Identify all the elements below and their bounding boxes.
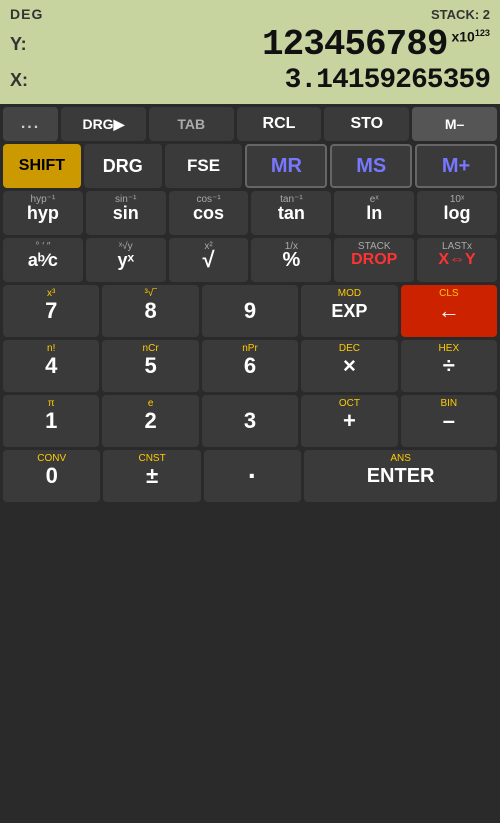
rcl-button[interactable]: RCL <box>237 107 322 141</box>
four-button[interactable]: n! 4 <box>3 340 99 392</box>
drg-mode-button[interactable]: DRG▶ <box>61 107 146 141</box>
row-5: x³ 7 ³√‾ 8 9 MOD EXP CLS ← <box>3 285 497 337</box>
drop-button[interactable]: STACK DROP <box>334 238 414 282</box>
plusminus-button[interactable]: CNST ± <box>103 450 200 502</box>
menu-button[interactable]: ... <box>3 107 58 141</box>
decimal-button[interactable]: · <box>204 450 301 502</box>
ms-button[interactable]: MS <box>330 144 412 188</box>
tan-button[interactable]: tan⁻¹ tan <box>251 191 331 235</box>
backspace-button[interactable]: CLS ← <box>401 285 497 337</box>
sto-button[interactable]: STO <box>324 107 409 141</box>
eight-button[interactable]: ³√‾ 8 <box>102 285 198 337</box>
display-x-row: X: 3.14159265359 <box>10 65 490 96</box>
yx-button[interactable]: ˣ√y yˣ <box>86 238 166 282</box>
seven-button[interactable]: x³ 7 <box>3 285 99 337</box>
enter-button[interactable]: ANS ENTER <box>304 450 497 502</box>
nine-button[interactable]: 9 <box>202 285 298 337</box>
row-2: SHIFT DRG FSE MR MS M+ <box>3 144 497 188</box>
minus-button[interactable]: BIN – <box>401 395 497 447</box>
display-x-value: 3.14159265359 <box>44 65 490 96</box>
five-button[interactable]: nCr 5 <box>102 340 198 392</box>
zero-button[interactable]: CONV 0 <box>3 450 100 502</box>
display-stack: STACK: 2 <box>431 7 490 22</box>
one-button[interactable]: π 1 <box>3 395 99 447</box>
ln-button[interactable]: eˣ ln <box>334 191 414 235</box>
m-plus-button[interactable]: M+ <box>415 144 497 188</box>
sqrt-button[interactable]: x² √ <box>169 238 249 282</box>
row-4: ° ′ ″ aᵇ∕c ˣ√y yˣ x² √ 1/x % STACK DROP … <box>3 238 497 282</box>
row-6: n! 4 nCr 5 nPr 6 DEC × HEX ÷ <box>3 340 497 392</box>
multiply-button[interactable]: DEC × <box>301 340 397 392</box>
row-7: π 1 e 2 3 OCT + BIN – <box>3 395 497 447</box>
log-button[interactable]: 10ˣ log <box>417 191 497 235</box>
shift-button[interactable]: SHIFT <box>3 144 81 188</box>
display-y-label: Y: <box>10 34 40 55</box>
xeqy-button[interactable]: LASTx X⇔Y <box>417 238 497 282</box>
display-y-value: 123456789 <box>44 24 447 65</box>
display-mode: DEG <box>10 6 43 22</box>
sin-button[interactable]: sin⁻¹ sin <box>86 191 166 235</box>
display-y-exp: x10123 <box>451 28 490 45</box>
exp-button[interactable]: MOD EXP <box>301 285 397 337</box>
plus-button[interactable]: OCT + <box>301 395 397 447</box>
calculator-body: ... DRG▶ TAB RCL STO M– SHIFT DRG FSE MR <box>0 104 500 508</box>
m-minus-button[interactable]: M– <box>412 107 497 141</box>
row-3: hyp⁻¹ hyp sin⁻¹ sin cos⁻¹ cos tan⁻¹ tan … <box>3 191 497 235</box>
six-button[interactable]: nPr 6 <box>202 340 298 392</box>
divide-button[interactable]: HEX ÷ <box>401 340 497 392</box>
display-y-row: Y: 123456789 x10123 <box>10 24 490 65</box>
display-x-label: X: <box>10 70 40 91</box>
row-1: ... DRG▶ TAB RCL STO M– <box>3 107 497 141</box>
percent-button[interactable]: 1/x % <box>251 238 331 282</box>
display-area: DEG STACK: 2 Y: 123456789 x10123 X: 3.14… <box>0 0 500 104</box>
two-button[interactable]: e 2 <box>102 395 198 447</box>
row-8: CONV 0 CNST ± · ANS ENTER <box>3 450 497 502</box>
cos-button[interactable]: cos⁻¹ cos <box>169 191 249 235</box>
fse-button[interactable]: FSE <box>165 144 243 188</box>
mr-button[interactable]: MR <box>245 144 327 188</box>
abc-button[interactable]: ° ′ ″ aᵇ∕c <box>3 238 83 282</box>
drg-button[interactable]: DRG <box>84 144 162 188</box>
hyp-button[interactable]: hyp⁻¹ hyp <box>3 191 83 235</box>
tab-button[interactable]: TAB <box>149 107 234 141</box>
three-button[interactable]: 3 <box>202 395 298 447</box>
